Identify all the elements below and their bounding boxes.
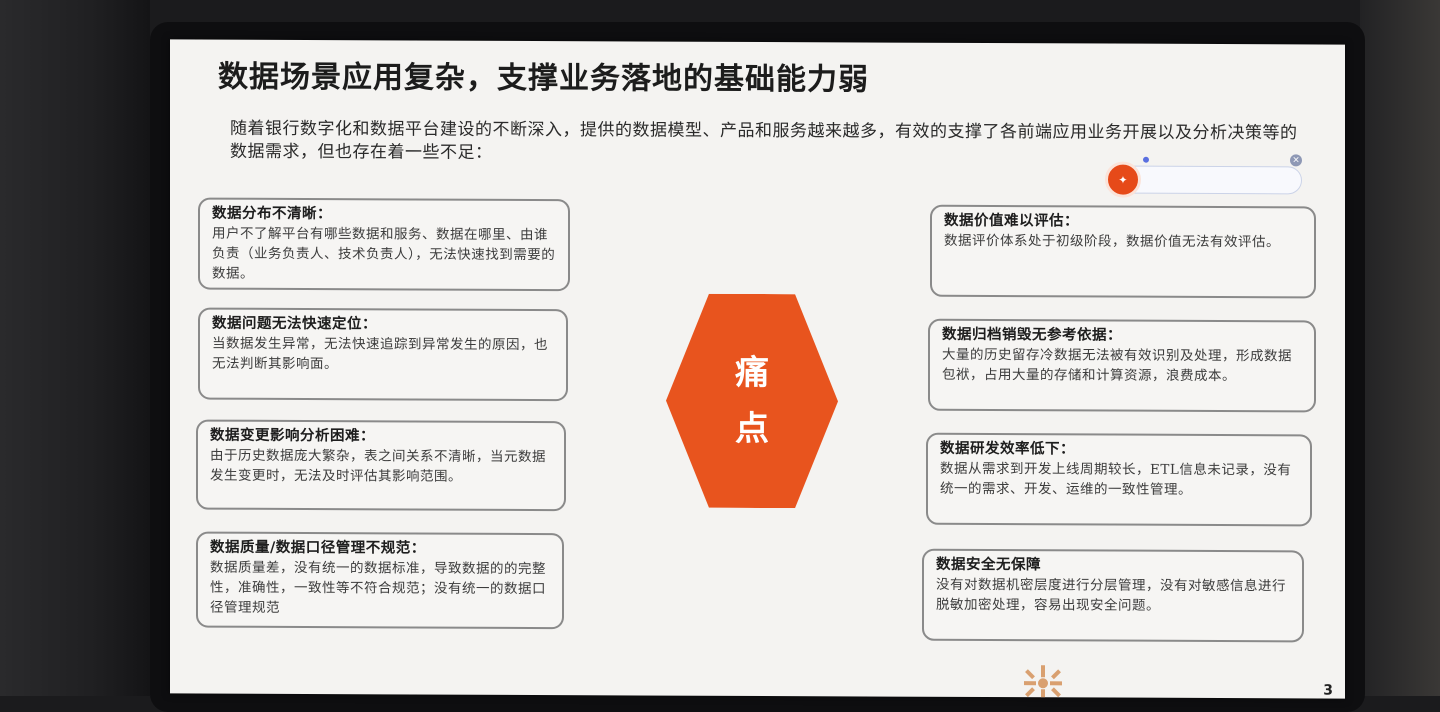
background-left — [0, 0, 150, 696]
close-icon[interactable]: × — [1290, 154, 1302, 167]
card-body: 当数据发生异常，无法快速追踪到异常发生的原因，也无法判断其影响面。 — [212, 335, 548, 373]
hexagon-shape: 痛 点 — [666, 294, 838, 509]
card-body: 数据评价体系处于初级阶段，数据价值无法有效评估。 — [944, 232, 1280, 251]
card-title: 数据变更影响分析困难： — [210, 426, 375, 445]
card-body: 大量的历史留存冷数据无法被有效识别及处理，形成数据包袱，占用大量的存储和计算资源… — [942, 346, 1292, 385]
floating-search-widget[interactable]: ✦ — [1105, 161, 1302, 198]
pain-point-card-left-3: 数据变更影响分析困难： 由于历史数据庞大繁杂，表之间关系不清晰，当元数据发生变更… — [196, 419, 566, 512]
card-body: 没有对数据机密层度进行分层管理，没有对敏感信息进行脱敏加密处理，容易出现安全问题… — [936, 576, 1286, 614]
hexagon-char-2: 点 — [735, 408, 769, 450]
pain-point-card-left-2: 数据问题无法快速定位： 当数据发生异常，无法快速追踪到异常发生的原因，也无法判断… — [198, 307, 568, 402]
card-body: 由于历史数据庞大繁杂，表之间关系不清晰，当元数据发生变更时，无法及时评估其影响范… — [210, 447, 546, 485]
page-number: 3 — [1323, 682, 1333, 699]
background-right — [1360, 0, 1440, 696]
presentation-slide: 数据场景应用复杂，支撑业务落地的基础能力弱 随着银行数字化和数据平台建设的不断深… — [170, 39, 1345, 699]
card-title: 数据归档销毁无参考依据： — [942, 325, 1122, 344]
pain-point-hexagon: 痛 点 — [666, 294, 838, 509]
pain-point-card-right-1: 数据价值难以评估： 数据评价体系处于初级阶段，数据价值无法有效评估。 — [930, 204, 1316, 299]
card-body: 数据从需求到开发上线周期较长，ETL信息未记录，没有统一的需求、开发、运维的一致… — [940, 460, 1292, 498]
card-title: 数据问题无法快速定位： — [212, 314, 377, 333]
pain-point-card-left-4: 数据质量/数据口径管理不规范： 数据质量差，没有统一的数据标准，导致数据的的完整… — [196, 531, 564, 630]
pain-point-card-right-4: 数据安全无保障 没有对数据机密层度进行分层管理，没有对敏感信息进行脱敏加密处理，… — [922, 548, 1304, 643]
card-body: 数据质量差，没有统一的数据标准，导致数据的的完整性，准确性，一致性等不符合规范；… — [210, 559, 546, 616]
card-title: 数据分布不清晰： — [212, 204, 332, 223]
pain-point-card-right-2: 数据归档销毁无参考依据： 大量的历史留存冷数据无法被有效识别及处理，形成数据包袱… — [928, 318, 1316, 413]
card-title: 数据研发效率低下： — [940, 439, 1075, 458]
card-title: 数据质量/数据口径管理不规范： — [210, 538, 426, 557]
card-title: 数据安全无保障 — [936, 555, 1041, 574]
slide-title: 数据场景应用复杂，支撑业务落地的基础能力弱 — [218, 59, 869, 98]
widget-indicator-dot — [1143, 156, 1149, 163]
card-body: 用户不了解平台有哪些数据和服务、数据在哪里、由谁负责（业务负责人、技术负责人），… — [212, 225, 556, 282]
hexagon-char-1: 痛 — [735, 352, 769, 394]
pain-point-card-left-1: 数据分布不清晰： 用户不了解平台有哪些数据和服务、数据在哪里、由谁负责（业务负责… — [198, 197, 570, 292]
company-logo-icon — [1024, 665, 1062, 699]
pain-point-card-right-3: 数据研发效率低下： 数据从需求到开发上线周期较长，ETL信息未记录，没有统一的需… — [926, 432, 1312, 527]
search-logo-icon[interactable]: ✦ — [1105, 161, 1141, 198]
card-title: 数据价值难以评估： — [944, 211, 1079, 230]
